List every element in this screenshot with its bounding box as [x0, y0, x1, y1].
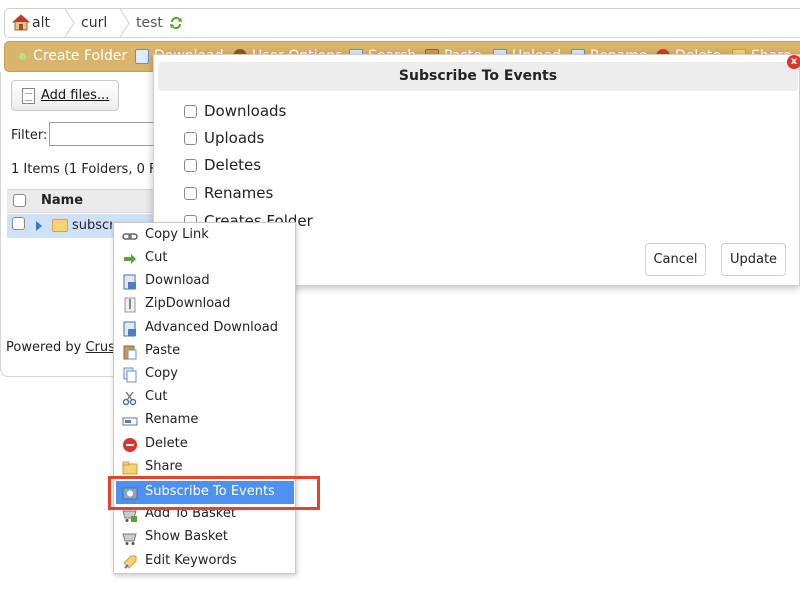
context-item-advanced-download[interactable]: Advanced Download — [116, 317, 294, 340]
create-folder-icon — [19, 53, 26, 60]
powered-by-prefix: Powered by — [6, 340, 86, 355]
context-item-label: Cut — [145, 389, 168, 404]
row-name[interactable]: subscribed — [72, 218, 112, 233]
home-icon[interactable] — [12, 14, 30, 31]
rename-icon — [122, 417, 138, 426]
breadcrumb-separator-icon — [63, 9, 77, 37]
scissors-icon — [122, 391, 137, 406]
breadcrumb: alt curl test — [4, 8, 800, 38]
delete-icon — [123, 438, 137, 452]
context-item-label: Cut — [145, 250, 168, 265]
deletes-checkbox[interactable] — [184, 159, 197, 172]
row-checkbox[interactable] — [12, 217, 25, 230]
context-item-label: ZipDownload — [145, 296, 231, 311]
document-icon — [22, 88, 35, 104]
renames-label: Renames — [204, 184, 274, 202]
filter-input[interactable] — [49, 122, 161, 146]
keywords-icon — [123, 555, 137, 569]
download-icon — [135, 49, 149, 64]
context-item-label: Copy — [145, 366, 178, 381]
context-item-download[interactable]: Download — [116, 270, 294, 293]
context-item-copy[interactable]: Copy — [116, 363, 294, 386]
column-header-name[interactable]: Name — [41, 193, 83, 208]
table-header: Name — [7, 189, 161, 213]
select-all-checkbox[interactable] — [13, 194, 26, 207]
copy-icon — [123, 367, 137, 383]
context-item-show-basket[interactable]: Show Basket — [116, 526, 294, 549]
items-count: 1 Items (1 Folders, 0 Files) — [11, 162, 159, 177]
arrow-icon — [124, 254, 136, 264]
context-item-rename[interactable]: Rename — [116, 409, 294, 432]
folder-icon — [52, 219, 68, 232]
zip-icon — [124, 297, 136, 313]
add-files-button[interactable]: Add files... — [11, 80, 119, 111]
deletes-label: Deletes — [204, 156, 262, 174]
link-icon — [122, 233, 138, 240]
breadcrumb-item-test: test — [136, 15, 163, 31]
download-icon — [123, 274, 136, 290]
context-item-label: Copy Link — [145, 227, 209, 242]
basket-icon — [122, 533, 137, 545]
cancel-button[interactable]: Cancel — [645, 243, 706, 276]
dialog-title: Subscribe To Events — [158, 62, 798, 91]
context-menu: Copy Link Cut Download ZipDownload Advan… — [113, 222, 296, 574]
uploads-checkbox[interactable] — [184, 132, 197, 145]
context-item-label: Advanced Download — [145, 320, 278, 335]
context-item-label: Show Basket — [145, 529, 229, 544]
context-item-label: Download — [145, 273, 210, 288]
context-item-label: Rename — [145, 412, 199, 427]
downloads-label: Downloads — [204, 102, 287, 120]
context-item-label: Delete — [145, 436, 188, 451]
refresh-icon[interactable] — [168, 15, 184, 31]
context-item-zipdownload[interactable]: ZipDownload — [116, 293, 294, 316]
context-item-label: Paste — [145, 343, 181, 358]
download-icon — [123, 321, 136, 337]
context-item-label: Share — [145, 459, 183, 474]
close-icon[interactable]: x — [787, 55, 800, 69]
context-item-paste[interactable]: Paste — [116, 340, 294, 363]
update-button[interactable]: Update — [721, 243, 786, 276]
context-item-cut-move[interactable]: Cut — [116, 247, 294, 270]
downloads-checkbox[interactable] — [184, 105, 197, 118]
expand-icon[interactable] — [36, 221, 42, 231]
context-item-label: Edit Keywords — [145, 553, 237, 568]
context-item-delete[interactable]: Delete — [116, 433, 294, 456]
breadcrumb-separator-icon — [118, 9, 132, 37]
breadcrumb-item-alt[interactable]: alt — [32, 9, 50, 37]
create-folder-label: Create Folder — [33, 48, 128, 64]
context-item-cut[interactable]: Cut — [116, 386, 294, 409]
filter-label: Filter: — [11, 128, 48, 143]
renames-checkbox[interactable] — [184, 187, 197, 200]
context-item-edit-keywords[interactable]: Edit Keywords — [116, 550, 294, 573]
add-files-label: Add files... — [41, 88, 110, 103]
uploads-label: Uploads — [204, 129, 265, 147]
breadcrumb-item-curl[interactable]: curl — [81, 9, 107, 37]
paste-icon — [123, 345, 137, 360]
annotation-highlight — [108, 476, 320, 510]
context-item-copy-link[interactable]: Copy Link — [116, 224, 294, 247]
share-icon — [122, 461, 138, 475]
create-folder-button[interactable]: Create Folder — [5, 42, 128, 71]
